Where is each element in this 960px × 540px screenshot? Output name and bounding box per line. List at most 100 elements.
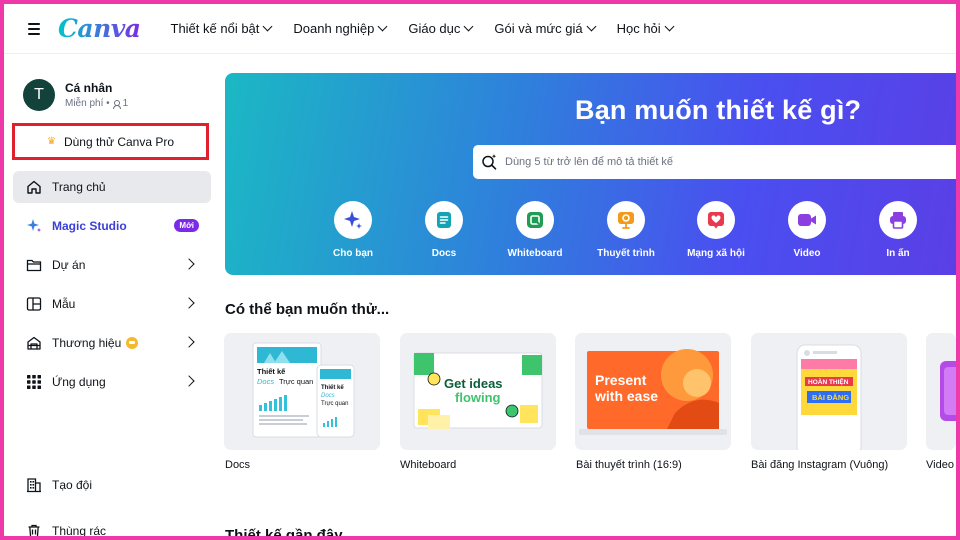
category-docs[interactable]: Docs bbox=[404, 201, 484, 259]
nav-label: Học hỏi bbox=[616, 21, 661, 36]
chevron-right-icon bbox=[183, 258, 195, 270]
pro-button-label: Dùng thử Canva Pro bbox=[63, 134, 175, 149]
suggestions-title: Có thể bạn muốn thử... bbox=[225, 301, 390, 318]
category-social-media[interactable]: Mạng xã hội bbox=[676, 201, 756, 259]
avatar: T bbox=[23, 79, 55, 111]
sidebar-item-templates[interactable]: Mẫu bbox=[13, 288, 211, 320]
crown-icon: ♛ bbox=[46, 136, 56, 147]
heart-icon bbox=[697, 201, 735, 239]
design-search-input[interactable]: Dùng 5 từ trở lên để mô tả thiết kế bbox=[473, 145, 956, 179]
suggestion-card-whiteboard[interactable]: Get ideas flowing bbox=[400, 333, 556, 450]
nav-pricing[interactable]: Gói và mức giá bbox=[494, 21, 597, 36]
docs-icon bbox=[425, 201, 463, 239]
chevron-down-icon bbox=[463, 21, 474, 32]
sidebar-item-create-team[interactable]: Tạo đội bbox=[13, 469, 211, 501]
thumb-text: with ease bbox=[594, 388, 658, 404]
thumb-text: Present bbox=[595, 372, 647, 388]
canva-logo[interactable]: Canva bbox=[58, 14, 141, 43]
account-name: Cá nhân bbox=[65, 81, 113, 95]
nav-education[interactable]: Giáo dục bbox=[408, 21, 474, 36]
main-nav: Thiết kế nổi bật Doanh nghiệp Giáo dục G… bbox=[170, 21, 675, 36]
nav-label: Gói và mức giá bbox=[494, 21, 583, 36]
template-icon bbox=[25, 295, 43, 313]
category-label: Docs bbox=[431, 248, 457, 259]
category-label: Whiteboard bbox=[507, 248, 563, 259]
category-label: Mạng xã hội bbox=[687, 248, 745, 259]
sidebar-item-brand[interactable]: Thương hiệu bbox=[13, 327, 211, 359]
sidebar-item-label: Dự án bbox=[52, 258, 86, 272]
menu-icon[interactable] bbox=[24, 19, 44, 39]
hero-title: Bạn muốn thiết kế gì? bbox=[575, 95, 862, 125]
card-label: Video bbox=[926, 459, 954, 471]
sparkle-icon bbox=[334, 201, 372, 239]
category-video[interactable]: Video bbox=[767, 201, 847, 259]
building-icon bbox=[25, 476, 43, 494]
instagram-thumbnail: HOÀN THIỆN BÀI ĐĂNG bbox=[796, 344, 862, 450]
chevron-down-icon bbox=[586, 21, 597, 32]
card-label: Docs bbox=[225, 459, 251, 471]
nav-label: Doanh nghiệp bbox=[293, 21, 375, 36]
account-plan-line: Miễn phí • 1 bbox=[65, 98, 128, 109]
suggestion-card-video[interactable] bbox=[926, 333, 956, 450]
sidebar-item-projects[interactable]: Dự án bbox=[13, 249, 211, 281]
thumb-text: HOÀN THIỆN bbox=[808, 377, 849, 386]
member-icon bbox=[112, 99, 121, 109]
account-switcher[interactable]: T Cá nhân Miễn phí • 1 bbox=[23, 79, 128, 111]
account-info: Cá nhân Miễn phí • 1 bbox=[65, 81, 128, 109]
svg-text:Trực quan: Trực quan bbox=[321, 401, 348, 407]
search-placeholder: Dùng 5 từ trở lên để mô tả thiết kế bbox=[505, 156, 674, 168]
sidebar-item-label: Thùng rác bbox=[52, 524, 107, 538]
thumb-text: flowing bbox=[455, 390, 501, 405]
chevron-right-icon bbox=[183, 375, 195, 387]
top-navigation-bar: Canva Thiết kế nổi bật Doanh nghiệp Giáo… bbox=[4, 4, 956, 54]
magic-search-icon bbox=[481, 153, 498, 170]
sidebar-item-apps[interactable]: Ứng dụng bbox=[13, 366, 211, 398]
suggestion-card-docs[interactable]: Thiết kế Thiết kế Docs Trực quan Docs Tr… bbox=[224, 333, 380, 450]
category-whiteboard[interactable]: Whiteboard bbox=[495, 201, 575, 259]
chevron-right-icon bbox=[183, 336, 195, 348]
thumb-text: BÀI ĐĂNG bbox=[812, 393, 849, 402]
svg-text:Docs: Docs bbox=[321, 393, 335, 399]
suggestion-card-instagram[interactable]: HOÀN THIỆN BÀI ĐĂNG bbox=[751, 333, 907, 450]
docs-thumbnail: Thiết kế Thiết kế Docs Trực quan Docs Tr… bbox=[252, 342, 355, 438]
sidebar-item-magic-studio[interactable]: Magic Studio Mới bbox=[13, 210, 211, 242]
nav-business[interactable]: Doanh nghiệp bbox=[293, 21, 388, 36]
category-presentation[interactable]: Thuyết trình bbox=[586, 201, 666, 259]
apps-grid-icon bbox=[25, 373, 43, 391]
presentation-icon bbox=[607, 201, 645, 239]
category-label: Cho bạn bbox=[333, 248, 373, 259]
whiteboard-thumbnail: Get ideas flowing bbox=[413, 352, 543, 429]
category-print[interactable]: In ấn bbox=[858, 201, 938, 259]
sidebar-item-home[interactable]: Trang chủ bbox=[13, 171, 211, 203]
card-label: Whiteboard bbox=[400, 459, 457, 471]
svg-text:Trực quan: Trực quan bbox=[279, 377, 313, 386]
thumb-text: Thiết kế bbox=[257, 367, 286, 376]
nav-learn[interactable]: Học hỏi bbox=[616, 21, 675, 36]
member-count: 1 bbox=[122, 98, 129, 109]
print-icon bbox=[879, 201, 917, 239]
new-badge: Mới bbox=[174, 219, 199, 232]
category-label: Thuyết trình bbox=[597, 248, 655, 259]
account-plan: Miễn phí • bbox=[65, 98, 110, 109]
presentation-thumbnail: Present with ease bbox=[579, 349, 727, 435]
sidebar-item-label: Magic Studio bbox=[52, 219, 127, 233]
svg-text:Thiết kế: Thiết kế bbox=[321, 384, 344, 391]
brand-icon bbox=[25, 334, 43, 352]
video-icon bbox=[788, 201, 826, 239]
try-canva-pro-button[interactable]: ♛ Dùng thử Canva Pro bbox=[12, 123, 209, 160]
category-for-you[interactable]: Cho bạn bbox=[313, 201, 393, 259]
category-label: Video bbox=[793, 248, 821, 259]
sidebar-item-label: Tạo đội bbox=[52, 478, 93, 492]
chevron-right-icon bbox=[183, 297, 195, 309]
sidebar-item-label: Ứng dụng bbox=[52, 375, 106, 389]
whiteboard-icon bbox=[516, 201, 554, 239]
nav-featured-designs[interactable]: Thiết kế nổi bật bbox=[170, 21, 273, 36]
suggestion-card-presentation[interactable]: Present with ease bbox=[575, 333, 731, 450]
chevron-down-icon bbox=[664, 21, 675, 32]
folder-icon bbox=[25, 256, 43, 274]
svg-text:Docs: Docs bbox=[257, 377, 274, 386]
design-category-row: Cho bạn Docs Whiteboard Thuyết trình Mạn… bbox=[225, 201, 956, 271]
sidebar-item-trash[interactable]: Thùng rác bbox=[13, 515, 211, 540]
nav-label: Thiết kế nổi bật bbox=[170, 21, 260, 36]
home-icon bbox=[25, 178, 43, 196]
